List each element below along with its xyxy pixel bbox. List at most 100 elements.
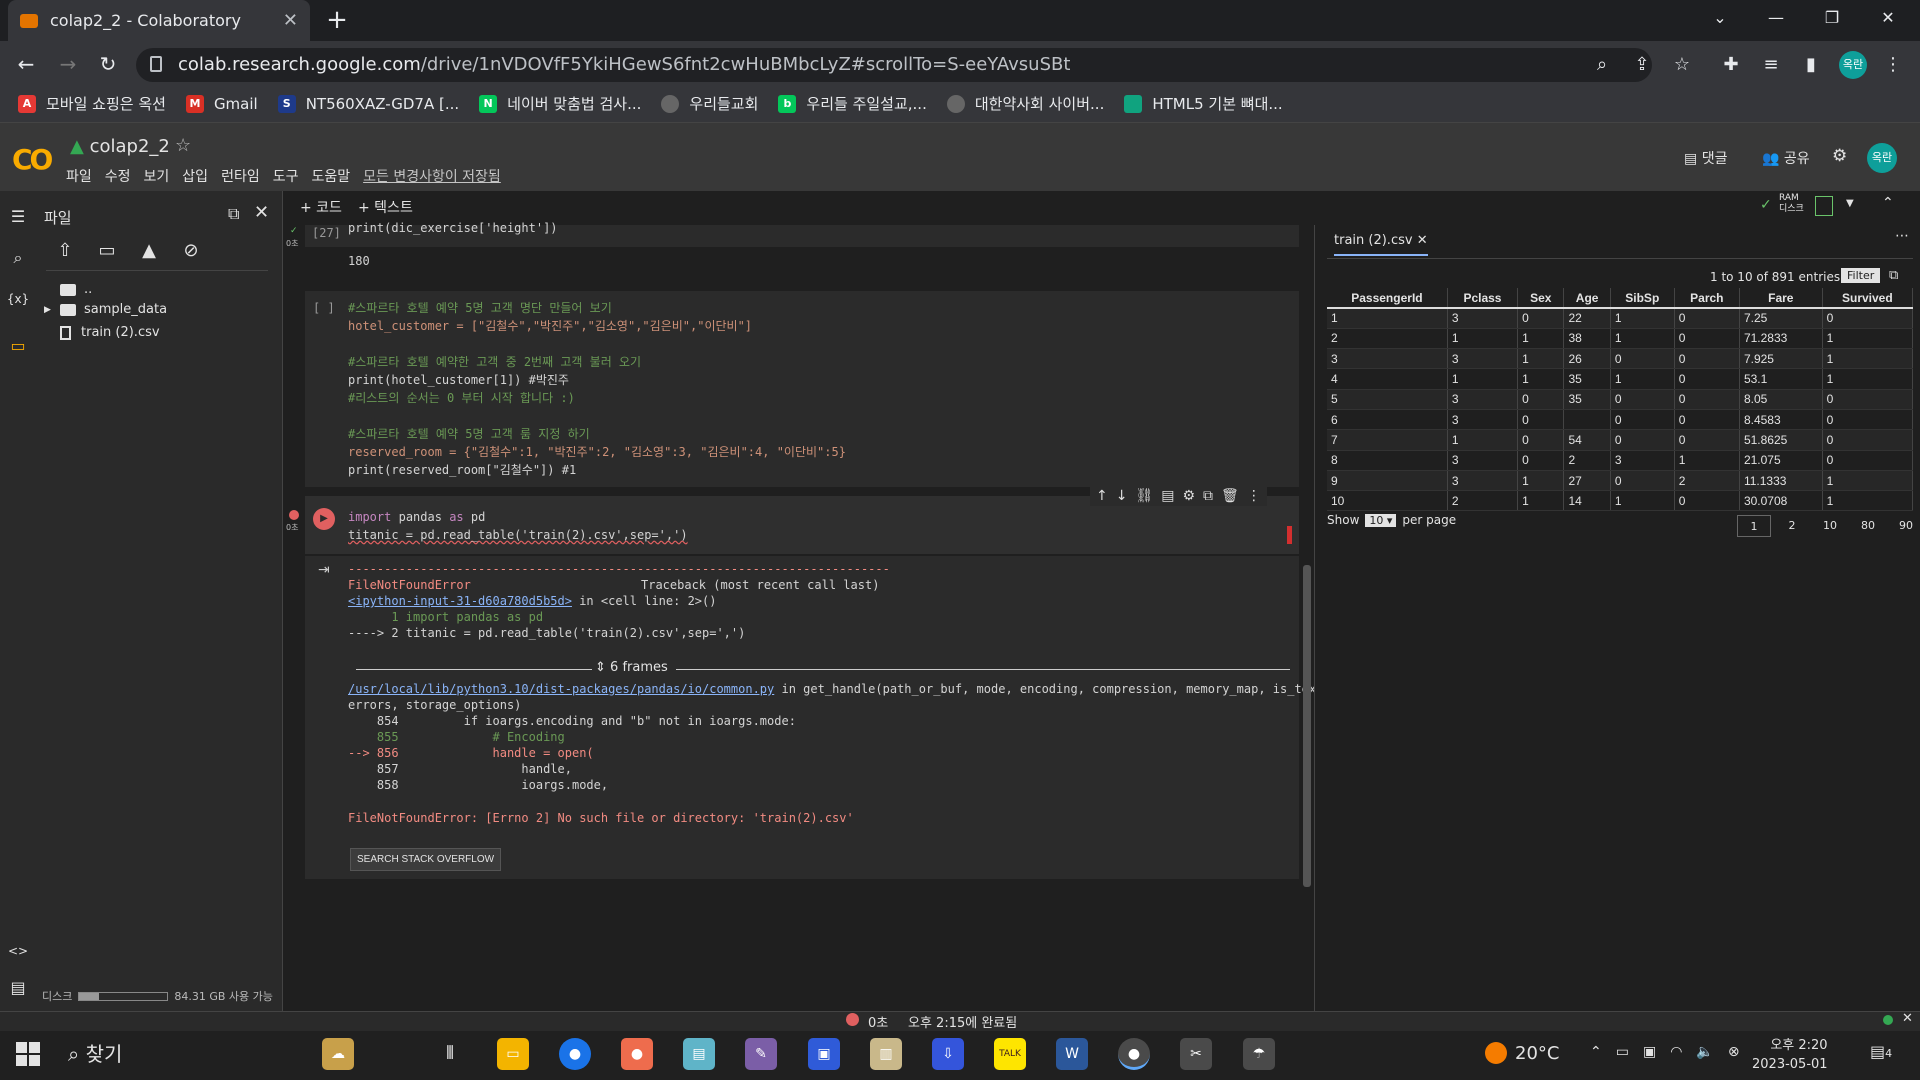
comment-cell-icon[interactable]: ▤ bbox=[1161, 488, 1174, 504]
code-snippets-icon[interactable]: <> bbox=[6, 944, 30, 968]
notification-center[interactable]: ▤4 bbox=[1870, 1042, 1892, 1061]
zoom-icon[interactable]: ⌕ bbox=[1589, 52, 1615, 78]
colab-logo[interactable]: CO bbox=[12, 143, 53, 176]
column-header[interactable]: Fare bbox=[1739, 288, 1823, 309]
restore-button[interactable]: ❐ bbox=[1804, 0, 1860, 36]
sidepanel-icon[interactable]: ▮ bbox=[1798, 52, 1824, 78]
monitor-icon[interactable]: ▣ bbox=[1643, 1044, 1656, 1060]
tray-chevron-icon[interactable]: ⌃ bbox=[1590, 1044, 1602, 1060]
cell-settings-icon[interactable]: ⚙ bbox=[1182, 488, 1195, 504]
notebook-title[interactable]: ▲ colap2_2 bbox=[70, 136, 170, 157]
run-cell-button[interactable]: ▶ bbox=[313, 508, 335, 530]
status-time[interactable]: 0초 bbox=[868, 1012, 888, 1031]
move-up-icon[interactable]: ↑ bbox=[1096, 488, 1108, 504]
hide-files-icon[interactable]: ⊘ bbox=[178, 240, 204, 266]
recorder-icon[interactable]: ● bbox=[621, 1038, 653, 1070]
bookmark-html5[interactable]: HTML5 기본 뼈대... bbox=[1124, 93, 1283, 114]
tree-item-sample-data[interactable]: ▶ sample_data bbox=[44, 302, 167, 317]
frames-toggle[interactable]: ⇕ 6 frames bbox=[595, 660, 668, 675]
page-button[interactable]: 1 bbox=[1737, 515, 1771, 537]
volume-icon[interactable]: 🔈 bbox=[1696, 1044, 1713, 1060]
mount-drive-icon[interactable]: ▲ bbox=[136, 240, 162, 266]
add-text-button[interactable]: + 텍스트 bbox=[358, 197, 413, 217]
bookmark-blog[interactable]: b 우리들 주일설교,... bbox=[778, 93, 927, 114]
weather-widget[interactable]: 20°C bbox=[1485, 1042, 1559, 1064]
table-row[interactable]: 4 1 1 35 1 0 53.1 1 bbox=[1327, 368, 1914, 390]
new-window-icon[interactable]: ⧉ bbox=[228, 204, 239, 224]
page-button[interactable]: 80 bbox=[1851, 515, 1885, 537]
table-row[interactable]: 1 3 0 22 1 0 7.25 0 bbox=[1327, 308, 1914, 329]
output-clear-icon[interactable]: ⇥ bbox=[318, 562, 330, 578]
widget-icon[interactable]: ☁ bbox=[322, 1038, 354, 1070]
word-icon[interactable]: W bbox=[1056, 1038, 1088, 1070]
paint-icon[interactable]: ✎ bbox=[745, 1038, 777, 1070]
bookmark-gmail[interactable]: M Gmail bbox=[185, 94, 258, 113]
reload-icon[interactable]: ↻ bbox=[92, 48, 124, 80]
menu-insert[interactable]: 삽입 bbox=[182, 166, 208, 186]
data-tab[interactable]: train (2).csv ✕ bbox=[1334, 233, 1428, 256]
toc-icon[interactable]: ☰ bbox=[6, 207, 30, 231]
column-header[interactable]: SibSp bbox=[1610, 288, 1675, 309]
forward-icon[interactable]: → bbox=[52, 48, 84, 80]
menu-file[interactable]: 파일 bbox=[66, 166, 92, 186]
connect-dropdown-icon[interactable]: ▼ bbox=[1846, 198, 1854, 209]
scissors-icon[interactable]: ✂ bbox=[1180, 1038, 1212, 1070]
settings-gear-icon[interactable]: ⚙ bbox=[1832, 146, 1847, 166]
star-icon[interactable]: ☆ bbox=[175, 135, 191, 156]
share-button[interactable]: 👥 공유 bbox=[1762, 148, 1810, 168]
connected-check-icon[interactable]: ✓ bbox=[1760, 197, 1772, 213]
delete-cell-icon[interactable]: 🗑 bbox=[1221, 488, 1239, 504]
browser-tab[interactable]: colap2_2 - Colaboratory ✕ bbox=[8, 0, 310, 41]
menu-tools[interactable]: 도구 bbox=[273, 166, 299, 186]
status-completed[interactable]: 오후 2:15에 완료됨 bbox=[908, 1012, 1017, 1031]
share-page-icon[interactable]: ⇪ bbox=[1629, 52, 1655, 78]
menu-runtime[interactable]: 런타임 bbox=[221, 166, 260, 186]
user-avatar[interactable]: 옥란 bbox=[1867, 143, 1897, 173]
bookmark-samsung[interactable]: S NT560XAZ-GD7A [... bbox=[277, 94, 459, 113]
variables-icon[interactable]: {x} bbox=[6, 292, 30, 316]
column-header[interactable]: Age bbox=[1563, 288, 1611, 309]
table-row[interactable]: 9 3 1 27 0 2 11.1333 1 bbox=[1327, 470, 1914, 492]
download-icon[interactable]: ⇩ bbox=[932, 1038, 964, 1070]
collapse-header-icon[interactable]: ⌃ bbox=[1882, 195, 1894, 211]
column-header[interactable]: Pclass bbox=[1447, 288, 1519, 309]
bookmark-naver[interactable]: N 네이버 맞춤법 검사... bbox=[479, 93, 641, 114]
extensions-icon[interactable]: ✚ bbox=[1718, 52, 1744, 78]
column-header[interactable]: Survived bbox=[1822, 288, 1914, 309]
link-icon[interactable]: ⛓ bbox=[1135, 488, 1153, 504]
page-button[interactable]: 90 bbox=[1889, 515, 1920, 537]
profile-avatar[interactable]: 옥란 bbox=[1839, 51, 1867, 79]
move-down-icon[interactable]: ↓ bbox=[1116, 488, 1128, 504]
statusbar-close-icon[interactable]: ✕ bbox=[1902, 1011, 1913, 1026]
menu-help[interactable]: 도움말 bbox=[311, 166, 350, 186]
search-stack-overflow-button[interactable]: SEARCH STACK OVERFLOW bbox=[350, 848, 502, 871]
upload-icon[interactable]: ⇧ bbox=[52, 240, 78, 266]
new-folder-icon[interactable]: ▭ bbox=[94, 240, 120, 266]
cell2-prompt[interactable]: [ ] bbox=[313, 300, 335, 318]
page-size-select[interactable]: 10 ▾ bbox=[1365, 513, 1397, 527]
notepad-icon[interactable]: ▤ bbox=[683, 1038, 715, 1070]
table-row[interactable]: 2 1 1 38 1 0 71.2833 1 bbox=[1327, 328, 1914, 350]
battery-icon[interactable]: ▭ bbox=[1616, 1044, 1629, 1060]
close-panel-icon[interactable]: ✕ bbox=[254, 202, 269, 223]
add-code-button[interactable]: + 코드 bbox=[300, 197, 342, 217]
table-row[interactable]: 8 3 0 2 3 1 21.075 0 bbox=[1327, 450, 1914, 471]
tab-close-icon[interactable]: ✕ bbox=[283, 10, 298, 31]
panel-more-icon[interactable]: ⋯ bbox=[1895, 228, 1909, 244]
status-error-icon[interactable] bbox=[846, 1013, 859, 1026]
files-folder-icon[interactable]: ▭ bbox=[6, 336, 30, 360]
tree-item-train-csv[interactable]: train (2).csv bbox=[60, 325, 160, 340]
more-icon[interactable]: ⋮ bbox=[1247, 488, 1261, 504]
search-icon[interactable]: ⌕ bbox=[6, 248, 30, 272]
kakaotalk-icon[interactable]: TALK bbox=[994, 1038, 1026, 1070]
terminal-icon[interactable]: ▤ bbox=[6, 978, 30, 1002]
tb-path-link[interactable]: /usr/local/lib/python3.10/dist-packages/… bbox=[348, 682, 774, 696]
bookmark-church[interactable]: 우리들교회 bbox=[661, 93, 758, 114]
page-button[interactable]: 2 bbox=[1775, 515, 1809, 537]
wifi-icon[interactable]: ◠ bbox=[1670, 1044, 1682, 1060]
app-icon[interactable]: ▣ bbox=[808, 1038, 840, 1070]
table-row[interactable]: 7 1 0 54 0 0 51.8625 0 bbox=[1327, 429, 1914, 451]
bookmark-auction[interactable]: A 모바일 쇼핑은 옥션 bbox=[18, 93, 166, 114]
bookmark-star-icon[interactable]: ☆ bbox=[1669, 52, 1695, 78]
task-view-icon[interactable]: ⫴ bbox=[434, 1038, 466, 1070]
